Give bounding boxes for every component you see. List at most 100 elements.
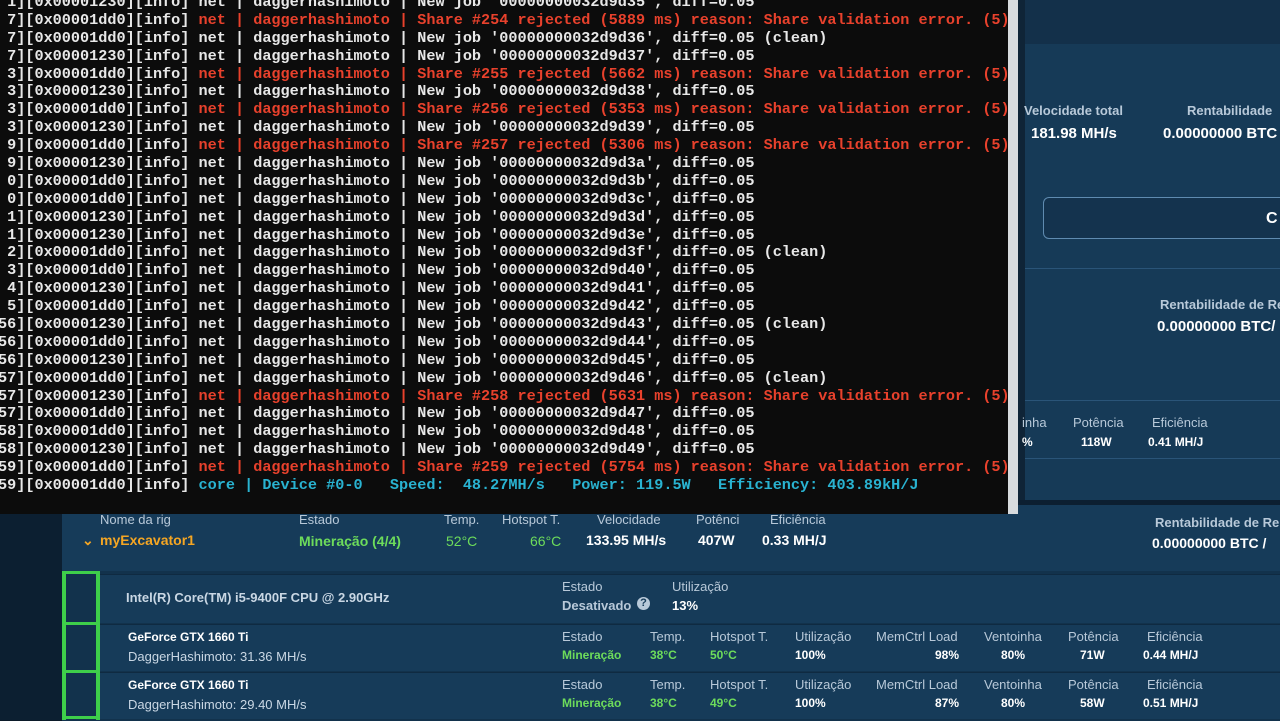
log-line: 9][0x00001230][info] net | daggerhashimo… (0, 154, 1008, 173)
gpu-eff-label: Eficiência (1147, 629, 1203, 644)
gpu-eff: 0.51 MH/J (1143, 696, 1199, 710)
divider (1025, 458, 1280, 459)
mini-eff-label: Eficiência (1152, 415, 1208, 430)
gpu-util: 100% (795, 648, 826, 662)
log-line-body: net | daggerhashimoto | Share #254 rejec… (198, 10, 1010, 29)
rig-eff-header: Eficiência (770, 512, 826, 527)
rig-hotspot-header: Hotspot T. (502, 512, 561, 527)
device-tree-line (62, 571, 100, 574)
log-line-body: net | daggerhashimoto | New job '0000000… (198, 118, 755, 137)
log-line-prefix: 1][0x00001230][info] (0, 0, 199, 11)
log-line: 4][0x00001230][info] net | daggerhashimo… (0, 279, 1008, 298)
device-row-gpu[interactable]: GeForce GTX 1660 Ti DaggerHashimoto: 29.… (100, 672, 1280, 719)
rig-name-header: Nome da rig (100, 512, 171, 527)
gpu-power: 58W (1080, 696, 1105, 710)
rig-state: Mineração (4/4) (299, 533, 401, 549)
log-line-body: net | daggerhashimoto | New job '0000000… (198, 404, 755, 423)
log-line-error: 9][0x00001dd0][info] net | daggerhashimo… (0, 136, 1010, 155)
log-line-body: net | daggerhashimoto | New job '0000000… (198, 332, 755, 351)
cpu-state: Desativado (562, 598, 632, 613)
mini-util-value: % (1022, 435, 1033, 449)
gpu-power-label: Potência (1068, 629, 1119, 644)
log-line-error: 3][0x00001dd0][info] net | daggerhashimo… (0, 100, 1008, 119)
rig-state-header: Estado (299, 512, 340, 527)
profit-value: 0.00000000 BTC (1163, 125, 1278, 142)
log-line: 5][0x00001dd0][info] net | daggerhashimo… (0, 297, 1008, 316)
chevron-down-icon[interactable]: ⌄ (82, 532, 94, 549)
log-line-prefix: 57][0x00001dd0][info] (0, 368, 199, 387)
log-line-prefix: 4][0x00001230][info] (0, 279, 199, 298)
gpu-power-label: Potência (1068, 677, 1119, 692)
gpu-state: Mineração (562, 648, 622, 662)
rig-eff: 0.33 MH/J (762, 532, 827, 548)
gpu-util-label: Utilização (795, 677, 852, 692)
device-tree-line (66, 716, 100, 719)
log-line-prefix: 3][0x00001dd0][info] (0, 64, 199, 83)
log-line-body: net | daggerhashimoto | Share #258 rejec… (198, 386, 1010, 405)
dashboard-action-button[interactable]: C (1043, 197, 1280, 239)
log-line-prefix: 3][0x00001230][info] (0, 118, 199, 137)
gpu-fan: 80% (1001, 648, 1026, 662)
cpu-util-label: Utilização (672, 579, 729, 594)
log-line: 57][0x00001dd0][info] net | daggerhashim… (0, 368, 1008, 388)
divider (1025, 268, 1280, 269)
profit-panel-value: 0.00000000 BTC/ (1157, 318, 1276, 335)
device-tree-line (66, 670, 100, 673)
log-line-body: net | daggerhashimoto | New job '0000000… (198, 171, 755, 190)
terminal-scrollbar[interactable] (1008, 0, 1018, 514)
divider (1025, 400, 1280, 401)
log-line: 1][0x00001230][info] net | daggerhashimo… (0, 207, 1008, 227)
log-line-prefix: 58][0x00001230][info] (0, 440, 199, 459)
log-line-body: net | daggerhashimoto | New job '0000000… (198, 422, 755, 441)
log-line-prefix: 57][0x00001dd0][info] (0, 404, 199, 423)
mini-eff-value: 0.41 MH/J (1148, 435, 1204, 449)
log-line-body: net | daggerhashimoto | New job '0000000… (198, 0, 755, 11)
help-icon[interactable]: ? (637, 597, 650, 610)
log-line-body: net | daggerhashimoto | Share #257 rejec… (198, 136, 1010, 155)
profit-label: Rentabilidade (1187, 103, 1273, 118)
log-line-body: net | daggerhashimoto | New job '0000000… (198, 243, 828, 262)
gpu-state: Mineração (562, 696, 622, 710)
log-line-prefix: 59][0x00001dd0][info] (0, 458, 199, 477)
log-line-status: 59][0x00001dd0][info] core | Device #0-0… (0, 476, 1008, 495)
gpu-temp-label: Temp. (650, 629, 686, 644)
device-row-gpu[interactable]: GeForce GTX 1660 Ti DaggerHashimoto: 31.… (100, 624, 1280, 671)
log-line: 3][0x00001230][info] net | daggerhashimo… (0, 118, 1008, 137)
log-line-body: net | daggerhashimoto | New job '0000000… (198, 297, 755, 316)
rig-name[interactable]: myExcavator1 (100, 532, 195, 548)
log-line: 3][0x00001230][info] net | daggerhashimo… (0, 82, 1008, 101)
gpu-temp: 38°C (650, 696, 677, 710)
log-line-body: net | daggerhashimoto | New job '0000000… (198, 368, 828, 387)
dashboard-top-strip (1025, 0, 1280, 45)
rig-temp-header: Temp. (444, 512, 480, 527)
log-line-body: net | daggerhashimoto | New job '0000000… (198, 46, 755, 65)
log-line-prefix: 56][0x00001230][info] (0, 350, 199, 369)
log-line: 56][0x00001230][info] net | daggerhashim… (0, 350, 1008, 370)
log-line: 1][0x00001230][info] net | daggerhashimo… (0, 225, 1008, 245)
log-line: 3][0x00001dd0][info] net | daggerhashimo… (0, 261, 1008, 280)
rig-hotspot: 66°C (530, 533, 562, 549)
log-line-prefix: 59][0x00001dd0][info] (0, 476, 199, 495)
gpu-hotspot-label: Hotspot T. (710, 677, 769, 692)
log-line-body: net | daggerhashimoto | New job '0000000… (198, 315, 828, 334)
device-row-cpu[interactable]: Intel(R) Core(TM) i5-9400F CPU @ 2.90GHz… (100, 574, 1280, 623)
log-line: 0][0x00001dd0][info] net | daggerhashimo… (0, 190, 1008, 209)
rig-row[interactable]: Nome da rig ⌄ myExcavator1 Estado Minera… (62, 505, 1280, 571)
log-line-prefix: 58][0x00001dd0][info] (0, 422, 199, 441)
gpu-power: 71W (1080, 648, 1105, 662)
gpu-name: GeForce GTX 1660 Ti (128, 630, 249, 644)
log-line-prefix: 3][0x00001230][info] (0, 82, 199, 101)
log-line-body: net | daggerhashimoto | New job '0000000… (198, 207, 755, 226)
terminal-window[interactable]: 1][0x00001230][info] net | daggerhashimo… (0, 0, 1018, 514)
gpu-temp: 38°C (650, 648, 677, 662)
log-line-prefix: 1][0x00001230][info] (0, 225, 199, 244)
log-line-prefix: 57][0x00001230][info] (0, 386, 199, 405)
mini-util-label: inha (1022, 415, 1047, 430)
mini-power-value: 118W (1081, 435, 1112, 449)
log-line-body: net | daggerhashimoto | New job '0000000… (198, 28, 828, 47)
log-line-prefix: 56][0x00001230][info] (0, 315, 199, 334)
mini-power-label: Potência (1073, 415, 1124, 430)
gpu-hotspot: 50°C (710, 648, 737, 662)
log-line-body: net | daggerhashimoto | New job '0000000… (198, 279, 755, 298)
gpu-fan: 80% (1001, 696, 1026, 710)
